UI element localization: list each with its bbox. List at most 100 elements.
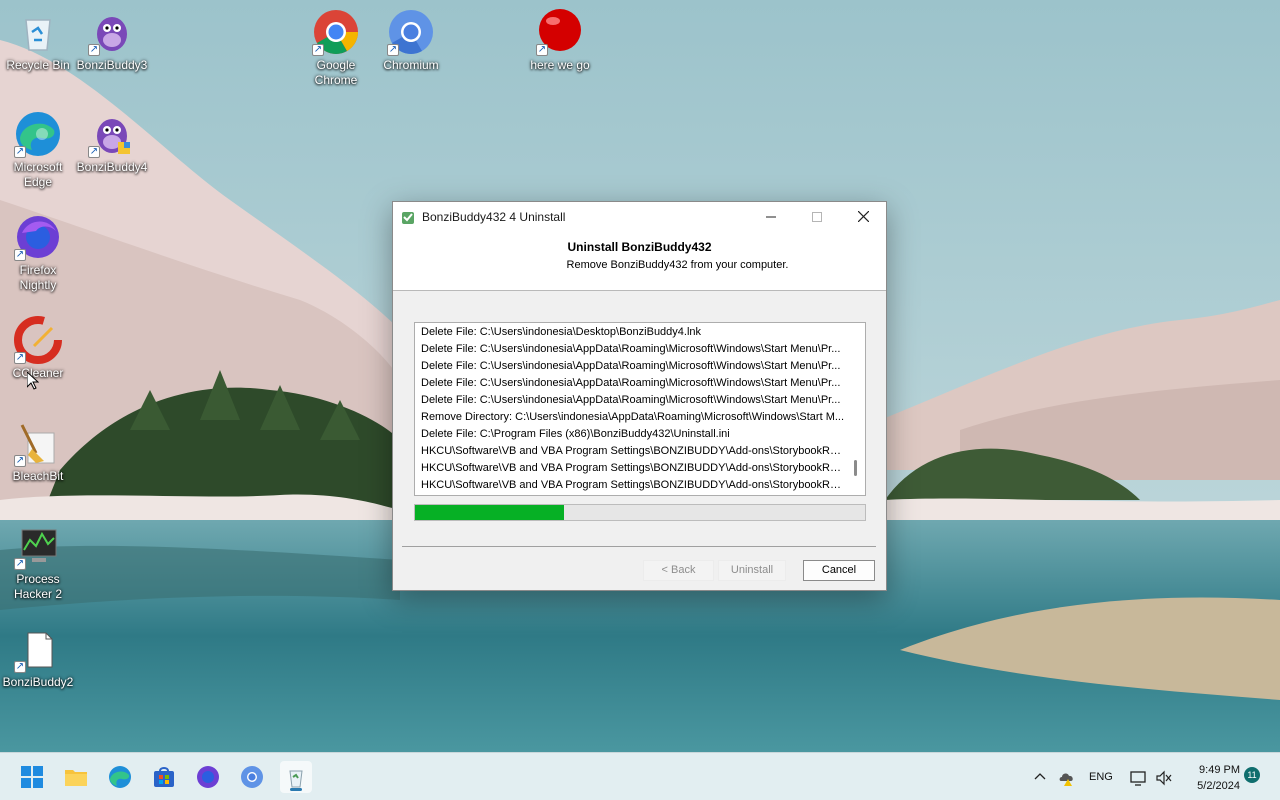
taskbar-file-explorer[interactable] bbox=[60, 761, 92, 793]
desktop-icon-label: here we go bbox=[530, 58, 590, 72]
ccleaner-icon: ↗ bbox=[14, 316, 62, 364]
clock-date: 5/2/2024 bbox=[1197, 780, 1240, 792]
shortcut-arrow-icon: ↗ bbox=[88, 146, 100, 158]
volume-muted-icon[interactable] bbox=[1155, 769, 1173, 787]
log-line: Delete File: C:\Program Files (x86)\Bonz… bbox=[421, 428, 730, 440]
close-button[interactable] bbox=[840, 202, 886, 231]
process-hacker-icon: ↗ bbox=[14, 522, 62, 570]
chevron-up-icon bbox=[1034, 773, 1046, 780]
desktop-icon-label: Microsoft Edge bbox=[13, 160, 63, 189]
onedrive-warning-icon[interactable] bbox=[1058, 769, 1076, 787]
desktop-icon-google-chrome[interactable]: ↗ Google Chrome bbox=[298, 8, 374, 88]
mouse-cursor-icon bbox=[27, 372, 39, 390]
uninstaller-icon bbox=[402, 211, 414, 224]
taskbar-chromium[interactable] bbox=[236, 761, 268, 793]
log-line: HKCU\Software\VB and VBA Program Setting… bbox=[421, 445, 845, 457]
chromium-icon bbox=[241, 766, 263, 788]
desktop-icon-bleachbit[interactable]: ↗ BleachBit bbox=[0, 419, 76, 484]
maximize-button[interactable] bbox=[794, 202, 840, 231]
log-line: Delete File: C:\Users\indonesia\Desktop\… bbox=[421, 326, 702, 338]
cancel-button[interactable]: Cancel bbox=[803, 560, 875, 581]
desktop-icon-recycle-bin[interactable]: Recycle Bin bbox=[0, 8, 76, 73]
log-line: HKCU\Software\VB and VBA Program Setting… bbox=[421, 479, 845, 491]
shortcut-arrow-icon: ↗ bbox=[14, 558, 26, 570]
taskbar-uninstaller[interactable] bbox=[280, 761, 312, 793]
log-line: Delete File: C:\Users\indonesia\AppData\… bbox=[421, 343, 841, 355]
system-clock[interactable]: 9:49 PM 5/2/2024 bbox=[1180, 762, 1240, 794]
log-line: Delete File: C:\Users\indonesia\AppData\… bbox=[421, 360, 841, 372]
file-explorer-icon bbox=[65, 770, 87, 786]
desktop-icon-label: BonziBuddy3 bbox=[76, 58, 148, 72]
desktop-icon-microsoft-edge[interactable]: ↗ Microsoft Edge bbox=[0, 110, 76, 190]
shortcut-arrow-icon: ↗ bbox=[312, 44, 324, 56]
notification-badge[interactable]: 11 bbox=[1244, 767, 1260, 783]
bleachbit-icon: ↗ bbox=[14, 419, 62, 467]
desktop-icon-label: BleachBit bbox=[12, 469, 64, 483]
desktop-icon-label: Recycle Bin bbox=[6, 58, 70, 72]
log-scrollbar[interactable] bbox=[847, 323, 865, 495]
desktop-icon-label: Chromium bbox=[383, 58, 439, 72]
desktop-icon-here-we-go[interactable]: ↗ here we go bbox=[522, 8, 598, 73]
desktop-icon-bonzibuddy2[interactable]: ↗ BonziBuddy2 bbox=[0, 625, 76, 690]
chrome-icon: ↗ bbox=[312, 8, 360, 56]
chromium-icon: ↗ bbox=[387, 8, 435, 56]
network-icon[interactable] bbox=[1129, 769, 1147, 787]
desktop-icon-firefox-nightly[interactable]: ↗ Firefox Nightly bbox=[0, 213, 76, 293]
maximize-icon bbox=[812, 211, 822, 222]
edge-icon bbox=[109, 766, 131, 788]
shortcut-arrow-icon: ↗ bbox=[14, 249, 26, 261]
shortcut-arrow-icon: ↗ bbox=[14, 146, 26, 158]
desktop-icon-bonzibuddy3[interactable]: ↗ BonziBuddy3 bbox=[74, 8, 150, 73]
minimize-button[interactable] bbox=[748, 202, 794, 231]
minimize-icon bbox=[766, 216, 776, 217]
uninstall-button[interactable]: Uninstall bbox=[718, 560, 786, 581]
desktop-icon-chromium[interactable]: ↗ Chromium bbox=[373, 8, 449, 73]
desktop-icon-label: Process Hacker 2 bbox=[13, 572, 63, 601]
log-line: Remove Directory: C:\Users\indonesia\App… bbox=[421, 411, 845, 423]
uninstall-dialog: BonziBuddy432 4 Uninstall Uninstall Bonz… bbox=[392, 201, 887, 591]
taskbar-firefox-nightly[interactable] bbox=[192, 761, 224, 793]
dialog-title: BonziBuddy432 4 Uninstall bbox=[422, 209, 566, 224]
log-line: Delete File: C:\Users\indonesia\AppData\… bbox=[421, 394, 841, 406]
log-scrollbar-thumb[interactable] bbox=[854, 460, 857, 476]
file-icon: ↗ bbox=[14, 625, 62, 673]
firefox-nightly-icon: ↗ bbox=[14, 213, 62, 261]
shortcut-arrow-icon: ↗ bbox=[14, 455, 26, 467]
dialog-divider bbox=[402, 546, 876, 547]
shortcut-arrow-icon: ↗ bbox=[387, 44, 399, 56]
clock-time: 9:49 PM bbox=[1199, 764, 1240, 776]
header-subtitle: Remove BonziBuddy432 from your computer. bbox=[566, 259, 789, 271]
shortcut-arrow-icon: ↗ bbox=[88, 44, 100, 56]
bonzibuddy-icon: ↗ bbox=[88, 8, 136, 56]
start-icon bbox=[21, 766, 43, 788]
taskbar-edge[interactable] bbox=[104, 761, 136, 793]
start-button[interactable] bbox=[16, 761, 48, 793]
back-button[interactable]: < Back bbox=[643, 560, 714, 581]
uninstall-log-list[interactable]: Delete File: C:\Users\indonesia\Desktop\… bbox=[414, 322, 866, 496]
shortcut-arrow-icon: ↗ bbox=[14, 661, 26, 673]
log-line: HKCU\Software\VB and VBA Program Setting… bbox=[421, 462, 845, 474]
dialog-header: Uninstall BonziBuddy432 Remove BonziBudd… bbox=[393, 231, 886, 291]
red-ball-icon: ↗ bbox=[536, 8, 584, 56]
firefox-nightly-icon bbox=[197, 766, 219, 788]
desktop-icon-process-hacker[interactable]: ↗ Process Hacker 2 bbox=[0, 522, 76, 602]
recycle-bin-icon bbox=[14, 8, 62, 56]
dialog-titlebar[interactable]: BonziBuddy432 4 Uninstall bbox=[393, 202, 886, 231]
log-line: Delete File: C:\Users\indonesia\AppData\… bbox=[421, 377, 841, 389]
desktop-icon-label: Firefox Nightly bbox=[19, 263, 57, 292]
bonzibuddy-icon: ↗ bbox=[88, 110, 136, 158]
desktop-icon-label: Google Chrome bbox=[314, 58, 358, 87]
active-app-indicator bbox=[290, 788, 302, 791]
language-indicator[interactable]: ENG bbox=[1089, 771, 1113, 783]
close-icon bbox=[857, 211, 869, 222]
shortcut-arrow-icon: ↗ bbox=[536, 44, 548, 56]
taskbar-store[interactable] bbox=[148, 761, 180, 793]
uninstall-progress-bar bbox=[414, 504, 866, 521]
desktop-icon-bonzibuddy4[interactable]: ↗ BonziBuddy4 bbox=[74, 110, 150, 175]
header-title-text: Uninstall BonziBuddy432 bbox=[567, 240, 712, 254]
edge-icon: ↗ bbox=[14, 110, 62, 158]
progress-fill bbox=[415, 505, 564, 520]
header-title: Uninstall BonziBuddy432 bbox=[393, 240, 886, 254]
taskbar: ENG 9:49 PM 5/2/2024 bbox=[0, 752, 1280, 800]
show-hidden-icons-button[interactable] bbox=[1034, 769, 1046, 783]
